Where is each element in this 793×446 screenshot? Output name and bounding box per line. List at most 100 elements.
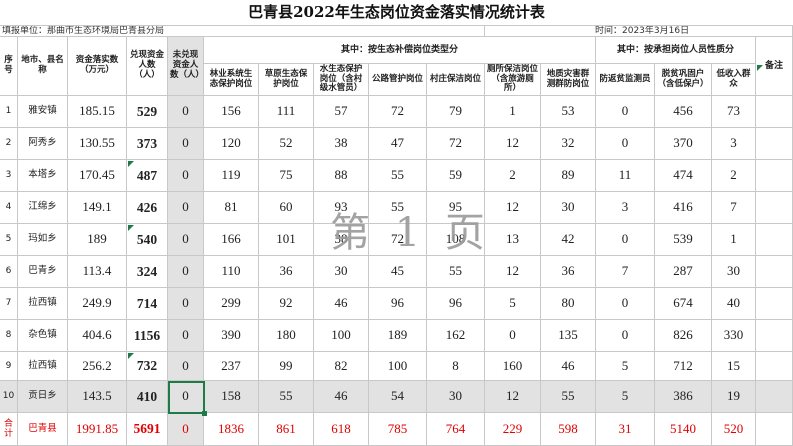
row-value[interactable]: 30: [427, 381, 485, 413]
row-remark[interactable]: [756, 224, 793, 256]
row-funds[interactable]: 249.9: [68, 288, 127, 320]
row-value[interactable]: 2: [485, 160, 541, 192]
row-value[interactable]: 72: [369, 96, 427, 128]
row-funds[interactable]: 143.5: [68, 381, 127, 413]
row-value[interactable]: 54: [369, 381, 427, 413]
row-value[interactable]: 12: [485, 128, 541, 160]
row-value[interactable]: 12: [485, 256, 541, 288]
row-value[interactable]: 0: [596, 288, 655, 320]
row-value[interactable]: 13: [485, 224, 541, 256]
row-value[interactable]: 47: [369, 128, 427, 160]
row-value[interactable]: 92: [259, 288, 314, 320]
row-value[interactable]: 674: [655, 288, 712, 320]
row-value[interactable]: 8: [427, 352, 485, 381]
row-value[interactable]: 12: [485, 381, 541, 413]
row-value[interactable]: 108: [427, 224, 485, 256]
row-value[interactable]: 7: [712, 192, 756, 224]
row-remark[interactable]: [756, 413, 793, 446]
row-value[interactable]: 55: [259, 381, 314, 413]
row-remark[interactable]: [756, 192, 793, 224]
row-funds[interactable]: 185.15: [68, 96, 127, 128]
row-value[interactable]: 330: [712, 320, 756, 352]
fill-handle[interactable]: [202, 411, 207, 416]
row-people[interactable]: 714: [127, 288, 168, 320]
row-remark[interactable]: [756, 128, 793, 160]
row-value[interactable]: 36: [541, 256, 596, 288]
row-value[interactable]: 456: [655, 96, 712, 128]
row-value[interactable]: 229: [485, 413, 541, 446]
row-value[interactable]: 93: [314, 192, 369, 224]
row-value[interactable]: 299: [204, 288, 259, 320]
row-value[interactable]: 539: [655, 224, 712, 256]
row-value[interactable]: 11: [596, 160, 655, 192]
row-value[interactable]: 189: [369, 320, 427, 352]
row-value[interactable]: 3: [712, 128, 756, 160]
row-value[interactable]: 46: [314, 381, 369, 413]
row-value[interactable]: 59: [427, 160, 485, 192]
row-value[interactable]: 55: [369, 160, 427, 192]
row-value[interactable]: 57: [314, 96, 369, 128]
row-value[interactable]: 1: [485, 96, 541, 128]
row-value[interactable]: 75: [259, 160, 314, 192]
row-value[interactable]: 15: [712, 352, 756, 381]
row-value[interactable]: 861: [259, 413, 314, 446]
row-unpaid[interactable]: 0: [168, 160, 204, 192]
row-funds[interactable]: 149.1: [68, 192, 127, 224]
row-value[interactable]: 3: [596, 192, 655, 224]
row-value[interactable]: 166: [204, 224, 259, 256]
row-remark[interactable]: [756, 160, 793, 192]
row-funds[interactable]: 189: [68, 224, 127, 256]
row-unpaid[interactable]: 0: [168, 128, 204, 160]
row-value[interactable]: 712: [655, 352, 712, 381]
row-people[interactable]: 373: [127, 128, 168, 160]
row-value[interactable]: 72: [427, 128, 485, 160]
row-value[interactable]: 180: [259, 320, 314, 352]
row-unpaid[interactable]: 0: [168, 320, 204, 352]
row-people[interactable]: 1156: [127, 320, 168, 352]
row-value[interactable]: 82: [314, 352, 369, 381]
row-value[interactable]: 120: [204, 128, 259, 160]
row-value[interactable]: 156: [204, 96, 259, 128]
row-funds[interactable]: 404.6: [68, 320, 127, 352]
row-value[interactable]: 2: [712, 160, 756, 192]
row-value[interactable]: 785: [369, 413, 427, 446]
row-value[interactable]: 55: [427, 256, 485, 288]
row-unpaid[interactable]: 0: [168, 96, 204, 128]
row-value[interactable]: 31: [596, 413, 655, 446]
row-value[interactable]: 5: [596, 352, 655, 381]
row-value[interactable]: 386: [655, 381, 712, 413]
row-value[interactable]: 1836: [204, 413, 259, 446]
row-remark[interactable]: [756, 256, 793, 288]
row-value[interactable]: 46: [541, 352, 596, 381]
row-value[interactable]: 46: [314, 288, 369, 320]
row-remark[interactable]: [756, 320, 793, 352]
active-cell-selection[interactable]: [168, 381, 205, 414]
row-value[interactable]: 826: [655, 320, 712, 352]
row-value[interactable]: 19: [712, 381, 756, 413]
row-value[interactable]: 73: [712, 96, 756, 128]
row-unpaid[interactable]: 0: [168, 256, 204, 288]
row-value[interactable]: 111: [259, 96, 314, 128]
row-value[interactable]: 5: [596, 381, 655, 413]
row-people[interactable]: 5691: [127, 413, 168, 446]
row-value[interactable]: 30: [314, 256, 369, 288]
row-value[interactable]: 30: [541, 192, 596, 224]
row-value[interactable]: 390: [204, 320, 259, 352]
row-value[interactable]: 100: [314, 320, 369, 352]
row-value[interactable]: 162: [427, 320, 485, 352]
row-value[interactable]: 474: [655, 160, 712, 192]
row-value[interactable]: 72: [369, 224, 427, 256]
row-value[interactable]: 95: [427, 192, 485, 224]
row-value[interactable]: 598: [541, 413, 596, 446]
row-value[interactable]: 135: [541, 320, 596, 352]
row-value[interactable]: 53: [541, 96, 596, 128]
row-value[interactable]: 99: [259, 352, 314, 381]
row-value[interactable]: 42: [541, 224, 596, 256]
row-people[interactable]: 529: [127, 96, 168, 128]
row-unpaid[interactable]: 0: [168, 192, 204, 224]
row-remark[interactable]: [756, 96, 793, 128]
row-people[interactable]: 324: [127, 256, 168, 288]
row-remark[interactable]: [756, 288, 793, 320]
row-value[interactable]: 1: [712, 224, 756, 256]
row-value[interactable]: 101: [259, 224, 314, 256]
